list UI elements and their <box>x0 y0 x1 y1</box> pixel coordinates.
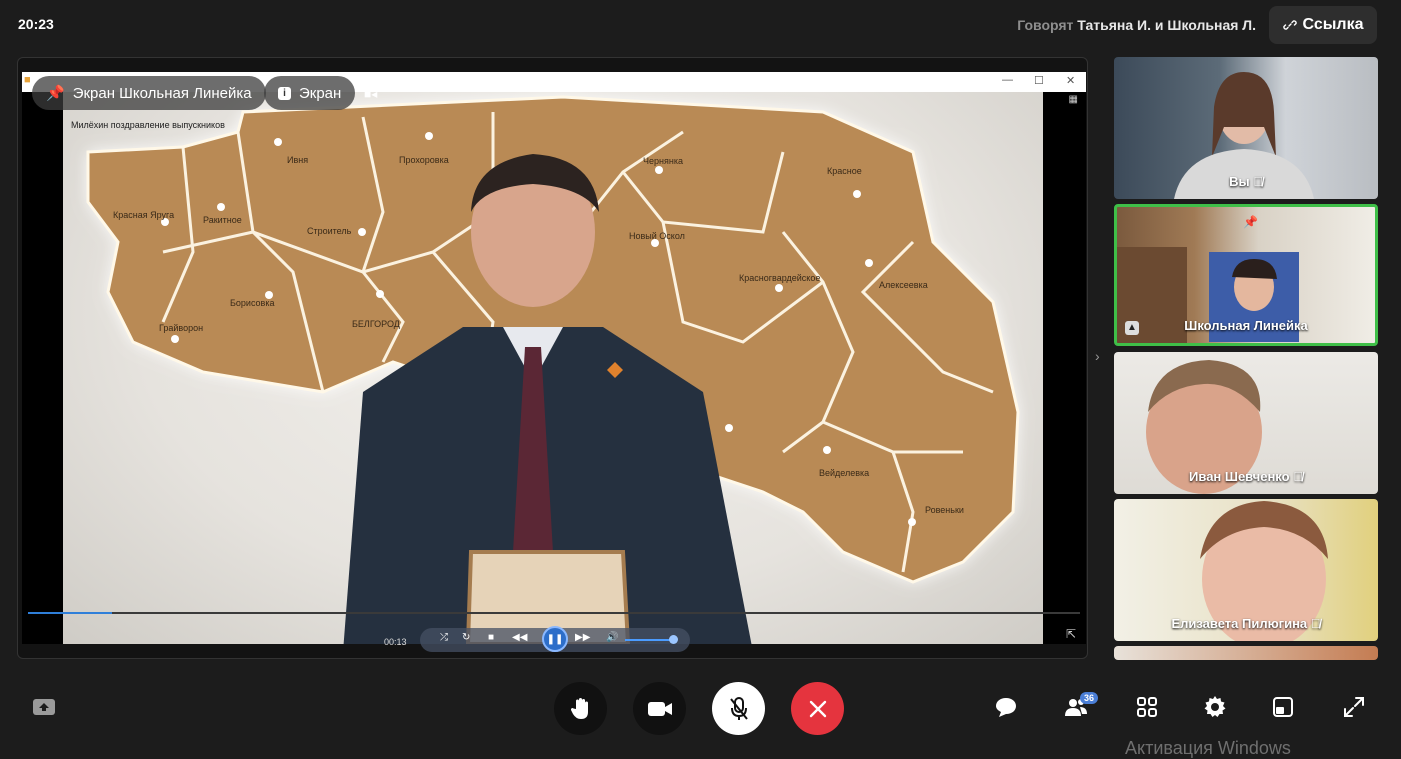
player-time: 00:13 <box>384 637 407 647</box>
grid-icon[interactable]: ▦ <box>1069 94 1078 105</box>
map-label: Вейделевка <box>819 468 869 478</box>
shuffle-icon[interactable]: ⤮ <box>440 632 448 643</box>
info-icon: i <box>278 86 291 100</box>
progress-fill <box>28 612 113 614</box>
maximize-icon: ☐ <box>1034 75 1044 87</box>
map-label: Новый Оскол <box>629 231 685 241</box>
map-label: БЕЛГОРОД <box>352 319 400 329</box>
map-label: Красногвардейское <box>739 273 820 283</box>
gear-icon <box>1204 696 1226 717</box>
share-screen-button[interactable] <box>31 694 57 720</box>
video-caption: Милёхин поздравление выпускников <box>71 120 225 130</box>
participant-tile[interactable]: Иван Шевченко 🎙̸ <box>1114 352 1378 494</box>
layout-grid-button[interactable] <box>1134 694 1160 720</box>
camera-small-icon: ■◂ <box>364 87 378 101</box>
mic-off-icon: 🎙̸ <box>1293 469 1303 484</box>
pip-icon <box>1273 697 1293 717</box>
rewind-icon[interactable]: ◀◀ <box>512 632 527 643</box>
map-label: Красное <box>827 166 862 176</box>
map-label: Чернянка <box>643 156 683 166</box>
participant-name: Елизавета Пилюгина 🎙̸ <box>1171 616 1321 631</box>
share-screen-icon <box>33 699 55 715</box>
map-label: Строитель <box>307 226 352 236</box>
region-map-image: Красная Яруга Ракитное Ивня Прохоровка Ч… <box>86 95 1020 644</box>
mic-off-icon: 🎙̸ <box>1310 616 1321 631</box>
participants-count-badge: 36 <box>1080 692 1099 704</box>
player-controls: ⤮ ↻ ■ ◀◀ ❚❚ ▶▶ 🔊 <box>420 626 690 652</box>
raise-hand-button[interactable] <box>554 682 607 735</box>
minimize-icon: — <box>1002 74 1013 86</box>
microphone-button[interactable] <box>712 682 765 735</box>
grid-icon <box>1137 697 1157 717</box>
participant-name: Вы 🎙̸ <box>1229 174 1263 189</box>
volume-icon[interactable]: 🔊 <box>606 632 618 643</box>
map-label: Грайворон <box>159 323 203 333</box>
chevron-right-icon[interactable]: › <box>1095 348 1100 364</box>
share-chip-label: Экран Школьная Линейка <box>72 84 252 102</box>
speaking-names: Татьяна И. и Школьная Л. <box>1077 17 1256 33</box>
close-window-icon: ✕ <box>1066 75 1076 87</box>
pin-icon: 📌 <box>46 85 65 102</box>
map-label: Алексеевка <box>879 280 928 290</box>
leave-call-button[interactable] <box>791 682 844 735</box>
hand-icon <box>570 697 588 719</box>
participant-tile[interactable]: Вы 🎙̸ <box>1114 57 1378 199</box>
speaking-indicator: Говорят Татьяна И. и Школьная Л. <box>1017 17 1256 33</box>
map-label: Ивня <box>287 155 308 165</box>
mic-off-icon <box>729 696 748 720</box>
volume-knob[interactable] <box>669 635 678 644</box>
participant-name: Школьная Линейка <box>1184 318 1308 333</box>
chat-icon <box>996 698 1016 717</box>
expand-icon <box>1344 697 1364 717</box>
settings-button[interactable] <box>1202 694 1228 720</box>
participant-tile[interactable]: Елизавета Пилюгина 🎙̸ <box>1114 499 1378 641</box>
map-label: Ракитное <box>203 215 242 225</box>
speaking-prefix: Говорят <box>1017 17 1074 33</box>
bottom-toolbar <box>0 680 1401 740</box>
fast-forward-icon[interactable]: ▶▶ <box>575 632 590 643</box>
link-icon <box>1282 20 1297 30</box>
repeat-icon[interactable]: ↻ <box>462 632 470 643</box>
fullscreen-button[interactable] <box>1341 694 1367 720</box>
participant-tile-partial[interactable] <box>1114 646 1378 660</box>
screen-share-stage: ■ — ☐ ✕ Красная Яруга Ракитное Ивня Прох… <box>17 57 1088 659</box>
camera-button[interactable] <box>633 682 686 735</box>
pause-icon: ❚❚ <box>546 633 564 645</box>
video-frame: Красная Яруга Ракитное Ивня Прохоровка Ч… <box>63 92 1043 644</box>
screen-chip-label: Экран <box>299 84 342 102</box>
picture-in-picture-button[interactable] <box>1270 694 1296 720</box>
clock: 20:23 <box>18 16 54 32</box>
participant-tile[interactable]: 📌 ▲ Школьная Линейка <box>1114 204 1378 346</box>
close-icon <box>809 700 826 717</box>
map-label: Ровеньки <box>925 505 964 515</box>
media-player-window: ■ — ☐ ✕ Красная Яруга Ракитное Ивня Прох… <box>22 72 1086 652</box>
screen-chip[interactable]: i Экран <box>264 76 356 110</box>
fullscreen-player-icon[interactable]: ⇱ <box>1066 627 1076 641</box>
pinned-share-chip[interactable]: 📌 Экран Школьная Линейка <box>32 76 266 110</box>
chat-button[interactable] <box>993 694 1019 720</box>
pause-button[interactable]: ❚❚ <box>542 626 568 652</box>
video-camera-icon <box>647 701 672 716</box>
stop-icon[interactable]: ■ <box>488 632 494 643</box>
participant-name: Иван Шевченко 🎙̸ <box>1189 469 1303 484</box>
player-app-icon: ■ <box>24 74 31 86</box>
pin-icon: 📌 <box>1243 215 1258 229</box>
map-label: Прохоровка <box>399 155 449 165</box>
map-label: Борисовка <box>230 298 274 308</box>
top-bar: 20:23 Говорят Татьяна И. и Школьная Л. С… <box>0 0 1401 52</box>
mic-off-icon: 🎙̸ <box>1253 174 1263 189</box>
map-label: Красная Яруга <box>113 210 174 220</box>
video-progress-bar[interactable] <box>28 612 1080 614</box>
copy-link-button[interactable]: Ссылка <box>1269 6 1377 44</box>
windows-activation-watermark: Активация Windows <box>1125 738 1291 758</box>
link-label: Ссылка <box>1302 16 1364 33</box>
